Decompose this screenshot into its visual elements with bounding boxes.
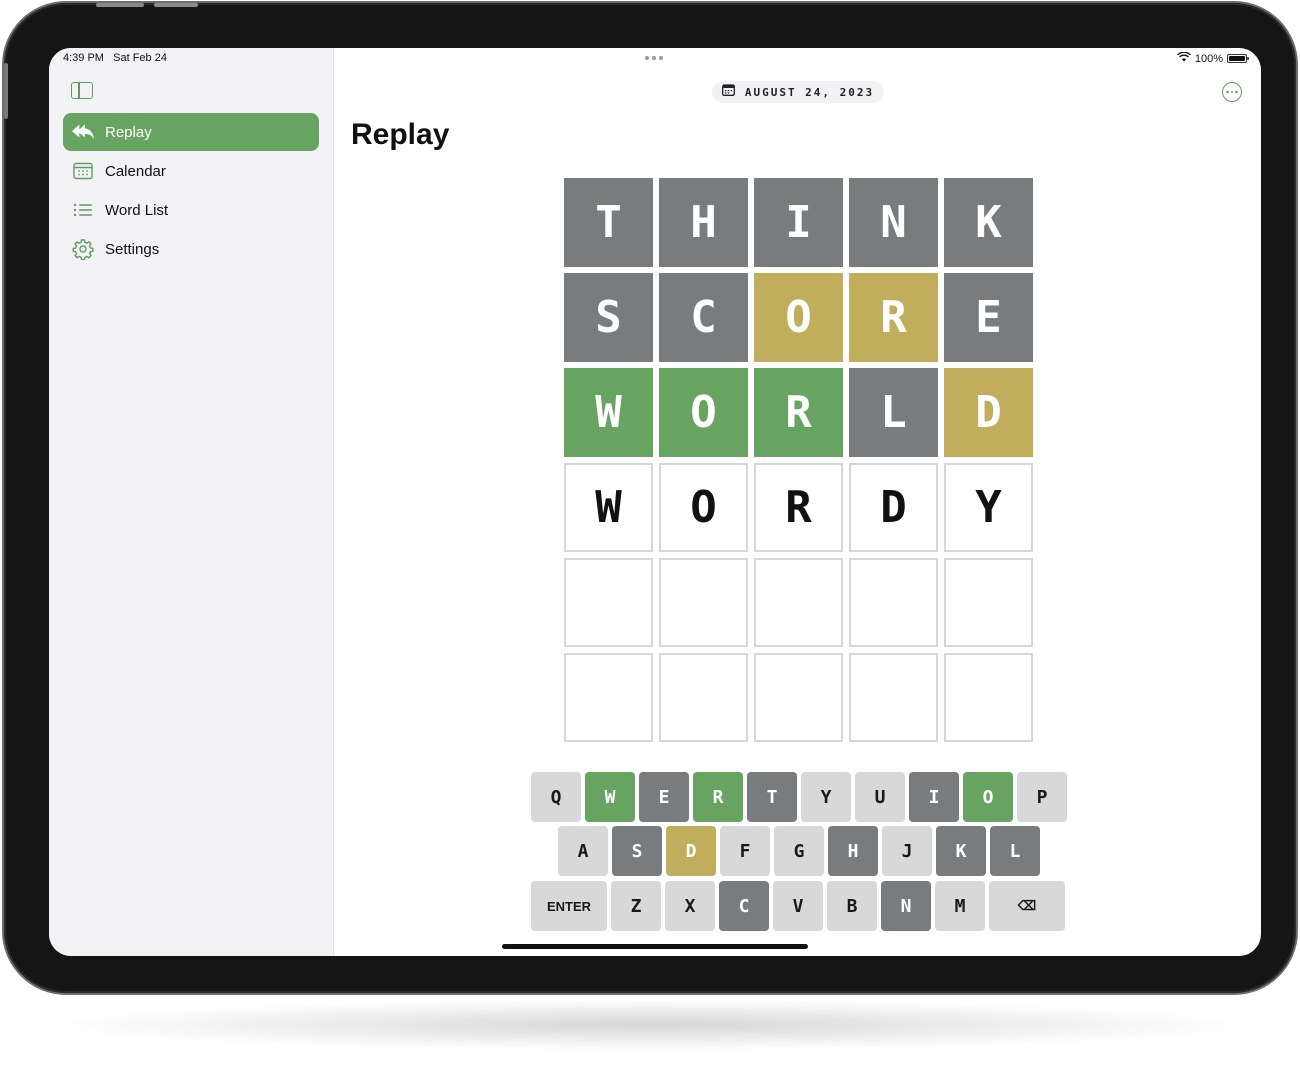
key-l[interactable]: L <box>990 826 1040 876</box>
board-tile: R <box>754 463 843 552</box>
top-button <box>96 3 144 7</box>
battery-icon <box>1227 54 1249 63</box>
key-w[interactable]: W <box>585 772 635 822</box>
board-tile <box>849 558 938 647</box>
battery-percent: 100% <box>1194 52 1223 65</box>
board-tile: D <box>944 368 1033 457</box>
key-j[interactable]: J <box>882 826 932 876</box>
calendar-icon <box>721 83 735 101</box>
guess-grid: THINKSCOREWORLDWORDY <box>564 178 1033 742</box>
top-button <box>154 3 198 7</box>
key-n[interactable]: N <box>881 881 931 931</box>
key-r[interactable]: R <box>693 772 743 822</box>
more-options-icon[interactable] <box>1222 82 1242 102</box>
board-tile: R <box>849 273 938 362</box>
side-button <box>4 63 8 119</box>
sidebar-item-word-list[interactable]: Word List <box>63 191 319 229</box>
board-tile <box>754 558 843 647</box>
ipad-frame: 4:39 PM Sat Feb 24 Replay Calendar Word … <box>4 3 1296 993</box>
key-i[interactable]: I <box>909 772 959 822</box>
key-h[interactable]: H <box>828 826 878 876</box>
board-tile: S <box>564 273 653 362</box>
key-q[interactable]: Q <box>531 772 581 822</box>
board-tile: C <box>659 273 748 362</box>
key-t[interactable]: T <box>747 772 797 822</box>
key-c[interactable]: C <box>719 881 769 931</box>
list-icon <box>71 198 95 222</box>
key-m[interactable]: M <box>935 881 985 931</box>
board-tile <box>659 558 748 647</box>
board-tile: W <box>564 463 653 552</box>
key-enter[interactable]: ENTER <box>531 881 607 931</box>
board-tile: O <box>659 368 748 457</box>
board-tile: H <box>659 178 748 267</box>
key-y[interactable]: Y <box>801 772 851 822</box>
board-tile: L <box>849 368 938 457</box>
board-tile: D <box>849 463 938 552</box>
board-tile: I <box>754 178 843 267</box>
key-v[interactable]: V <box>773 881 823 931</box>
key-x[interactable]: X <box>665 881 715 931</box>
key-u[interactable]: U <box>855 772 905 822</box>
board-tile <box>944 653 1033 742</box>
keyboard-row: QWERTYUIOP <box>531 772 1067 822</box>
board-tile <box>564 558 653 647</box>
puzzle-date: AUGUST 24, 2023 <box>744 85 875 99</box>
key-backspace[interactable]: ⌫ <box>989 881 1065 931</box>
board-tile <box>564 653 653 742</box>
board-tile: Y <box>944 463 1033 552</box>
key-b[interactable]: B <box>827 881 877 931</box>
page-title: Replay <box>351 118 450 151</box>
gear-icon <box>71 237 95 261</box>
key-p[interactable]: P <box>1017 772 1067 822</box>
key-k[interactable]: K <box>936 826 986 876</box>
key-s[interactable]: S <box>612 826 662 876</box>
multitasking-dots-icon[interactable] <box>645 56 663 60</box>
sidebar-item-settings[interactable]: Settings <box>63 230 319 268</box>
board-tile: T <box>564 178 653 267</box>
keyboard-row: ENTER Z X C V B N M ⌫ <box>531 881 1065 931</box>
sidebar-item-label: Replay <box>105 123 152 141</box>
keyboard-row: ASDFGHJKL <box>558 826 1040 876</box>
date-chip[interactable]: AUGUST 24, 2023 <box>712 81 884 103</box>
reply-all-icon <box>71 120 95 144</box>
board-tile <box>944 558 1033 647</box>
status-time: 4:39 PM Sat Feb 24 <box>63 52 167 64</box>
board-tile <box>754 653 843 742</box>
sidebar: 4:39 PM Sat Feb 24 Replay Calendar Word … <box>49 48 334 956</box>
board-tile: E <box>944 273 1033 362</box>
board-tile: O <box>754 273 843 362</box>
key-a[interactable]: A <box>558 826 608 876</box>
screen: 4:39 PM Sat Feb 24 Replay Calendar Word … <box>49 48 1261 956</box>
key-g[interactable]: G <box>774 826 824 876</box>
board-tile <box>849 653 938 742</box>
home-indicator[interactable] <box>502 944 808 949</box>
key-d[interactable]: D <box>666 826 716 876</box>
status-right: 100% <box>1176 51 1249 65</box>
calendar-icon <box>71 159 95 183</box>
board-tile: O <box>659 463 748 552</box>
board-tile: R <box>754 368 843 457</box>
sidebar-item-label: Settings <box>105 240 160 258</box>
key-z[interactable]: Z <box>611 881 661 931</box>
key-f[interactable]: F <box>720 826 770 876</box>
sidebar-toggle-icon[interactable] <box>71 82 93 99</box>
board-tile: N <box>849 178 938 267</box>
sidebar-item-label: Calendar <box>105 162 166 180</box>
key-o[interactable]: O <box>963 772 1013 822</box>
sidebar-item-label: Word List <box>105 201 169 219</box>
main-content: 100% AUGUST 24, 2023 Replay THINKSCOREWO… <box>334 48 1261 956</box>
key-e[interactable]: E <box>639 772 689 822</box>
board-tile: W <box>564 368 653 457</box>
sidebar-item-replay[interactable]: Replay <box>63 113 319 151</box>
wifi-icon <box>1176 51 1191 65</box>
board-tile: K <box>944 178 1033 267</box>
device-shadow <box>60 1000 1240 1050</box>
board-tile <box>659 653 748 742</box>
sidebar-item-calendar[interactable]: Calendar <box>63 152 319 190</box>
